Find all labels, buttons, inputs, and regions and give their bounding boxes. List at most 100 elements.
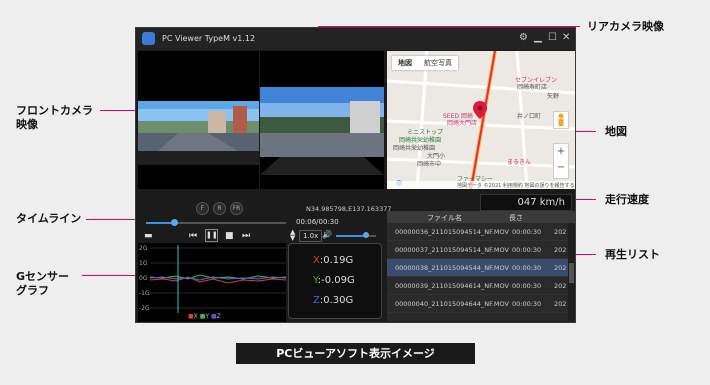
speed-stepper-icon[interactable]: ▲ ▼ (290, 229, 295, 242)
graph-tick: 0G (139, 275, 148, 282)
settings-gear-icon[interactable]: ⚙ (519, 32, 528, 43)
playlist: ファイル名 長さ 00000036_211015094514_NF.MOV 00… (387, 211, 575, 321)
callout-speed: 走行速度 (605, 193, 649, 206)
playlist-length: 00:00:30 (512, 300, 542, 308)
callout-playlist: 再生リスト (605, 248, 660, 261)
front-view-button[interactable]: F (196, 202, 209, 215)
minimize-icon[interactable]: ▁ (534, 32, 542, 43)
legend-y: Y (205, 313, 210, 320)
gsensor-graph-plot (149, 245, 287, 313)
graph-tick: -1G (139, 290, 150, 297)
playlist-filename: 00000037_211015094514_NF.MOV (395, 246, 509, 254)
stop-icon[interactable]: ■ (225, 231, 234, 241)
playlist-filename: 00000038_211015094544_NF.MOV (395, 264, 509, 272)
pause-icon[interactable]: ❚❚ (205, 229, 218, 242)
map-place-label: 岡崎市中 (417, 161, 442, 168)
volume-handle[interactable] (363, 232, 369, 238)
callout-rear-camera: リアカメラ映像 (587, 20, 664, 33)
gsensor-value-text: :0.30G (319, 295, 354, 306)
playlist-row[interactable]: 00000040_211015094644_NF.MOV 00:00:30 20… (387, 295, 568, 313)
legend-x: X (193, 313, 198, 320)
caption-banner: PCビューアソフト表示イメージ (236, 343, 475, 364)
graph-tick: -2G (139, 305, 150, 312)
volume-level (336, 235, 366, 237)
map-place-label: 矢野 (547, 93, 560, 100)
callout-gsensor: Gセンサー グラフ (16, 270, 70, 297)
playlist-filename: 00000036_211015094514_NF.MOV (395, 228, 509, 236)
open-folder-icon[interactable]: ▬ (144, 231, 153, 241)
timeline-progress (146, 222, 174, 224)
playlist-row[interactable]: 00000039_211015094614_NF.MOV 00:00:30 20… (387, 277, 568, 295)
graph-tick: 2G (139, 245, 148, 252)
close-icon[interactable]: ✕ (562, 32, 570, 43)
playback-time: 00:06/00:30 (296, 218, 339, 226)
front-camera-video (138, 51, 259, 189)
map-view[interactable]: 地図 航空写真 セブンイレブン 岡崎寿町店 矢野 SEED 岡崎 岡崎大門店 井… (387, 51, 575, 189)
playlist-filename: 00000039_211015094614_NF.MOV (395, 282, 509, 290)
playlist-filename: 00000040_211015094644_NF.MOV (395, 300, 509, 308)
rear-camera-frame (260, 51, 384, 189)
gps-coordinates: N34.985798,E137.163377 (306, 205, 392, 213)
graph-legend: ■X ■Y ■Z (188, 313, 221, 320)
speed-display: 047 km/h (480, 194, 572, 211)
map-type-tabs: 地図 航空写真 (392, 56, 458, 70)
playlist-header: ファイル名 長さ (387, 211, 575, 223)
scrollbar-thumb[interactable] (569, 263, 574, 283)
callout-front-camera: フロントカメラ 映像 (16, 104, 93, 131)
map-roads (387, 51, 575, 189)
timeline-handle[interactable] (171, 219, 178, 226)
playlist-date: 202 (554, 246, 567, 254)
gsensor-x-value: X:0.19G (313, 255, 353, 266)
rear-camera-video (260, 51, 384, 189)
playlist-date: 202 (554, 228, 567, 236)
location-pin-icon (473, 101, 487, 119)
map-place-label: まるきん (507, 159, 532, 166)
zoom-out-button[interactable]: − (554, 160, 568, 176)
playlist-length: 00:00:30 (512, 246, 542, 254)
map-place-label: 岡崎寿町店 (517, 84, 548, 91)
app-window: PC Viewer TypeM v1.12 ⚙ ▁ ☐ ✕ 地図 航空写真 セブ… (135, 27, 576, 323)
playback-rate[interactable]: 1.0x (299, 230, 323, 242)
playlist-length: 00:00:30 (512, 264, 542, 272)
app-icon (142, 32, 155, 45)
map-place-label: 岡崎大門店 (447, 120, 478, 127)
volume-icon[interactable]: 🔊 (322, 230, 332, 239)
front-camera-frame (138, 51, 259, 189)
playlist-length: 00:00:30 (512, 282, 542, 290)
column-header-filename[interactable]: ファイル名 (427, 213, 462, 223)
playlist-date: 202 (554, 264, 567, 272)
gsensor-axis-letter: X (313, 255, 320, 266)
graph-tick: 1G (139, 260, 148, 267)
playlist-length: 00:00:30 (512, 228, 542, 236)
legend-z: Z (216, 313, 221, 320)
gsensor-graph: 2G 1G 0G -1G -2G ■X ■Y ■Z (138, 243, 287, 322)
previous-file-icon[interactable]: ⏮ (189, 231, 197, 241)
pegman-figure (558, 113, 564, 126)
tab-map[interactable]: 地図 (392, 56, 418, 70)
title-bar: PC Viewer TypeM v1.12 ⚙ ▁ ☐ ✕ (136, 28, 575, 50)
front-rear-view-button[interactable]: FR (230, 202, 243, 215)
maximize-icon[interactable]: ☐ (548, 32, 557, 43)
playlist-row-selected[interactable]: 00000038_211015094544_NF.MOV 00:00:30 20… (387, 259, 568, 277)
playlist-scrollbar[interactable] (568, 223, 575, 321)
app-title: PC Viewer TypeM v1.12 (162, 34, 256, 43)
playlist-row[interactable]: 00000036_211015094514_NF.MOV 00:00:30 20… (387, 223, 568, 241)
gsensor-z-value: Z:0.30G (313, 295, 353, 306)
gsensor-readout: X:0.19G Y:-0.09G Z:0.30G (288, 243, 382, 319)
rear-view-button[interactable]: R (213, 202, 226, 215)
zoom-in-button[interactable]: + (554, 144, 568, 160)
tab-satellite[interactable]: 航空写真 (418, 56, 458, 70)
map-attribution: 地図データ ©2021 利用規約 地図の誤りを報告する (457, 183, 575, 189)
gsensor-value-text: :-0.09G (317, 275, 355, 286)
next-file-icon[interactable]: ⏭ (242, 231, 250, 241)
column-header-length[interactable]: 長さ (509, 213, 523, 223)
gsensor-value-text: :0.19G (319, 255, 354, 266)
callout-timeline: タイムライン (16, 212, 82, 225)
gsensor-y-value: Y:-0.09G (313, 275, 355, 286)
playlist-date: 202 (554, 282, 567, 290)
street-view-pegman-icon[interactable] (553, 111, 569, 129)
map-zoom-control: + − (553, 143, 569, 179)
map-place-label: 井ノ口町 (517, 113, 542, 120)
playlist-row[interactable]: 00000037_211015094514_NF.MOV 00:00:30 20… (387, 241, 568, 259)
callout-map: 地図 (605, 125, 627, 138)
